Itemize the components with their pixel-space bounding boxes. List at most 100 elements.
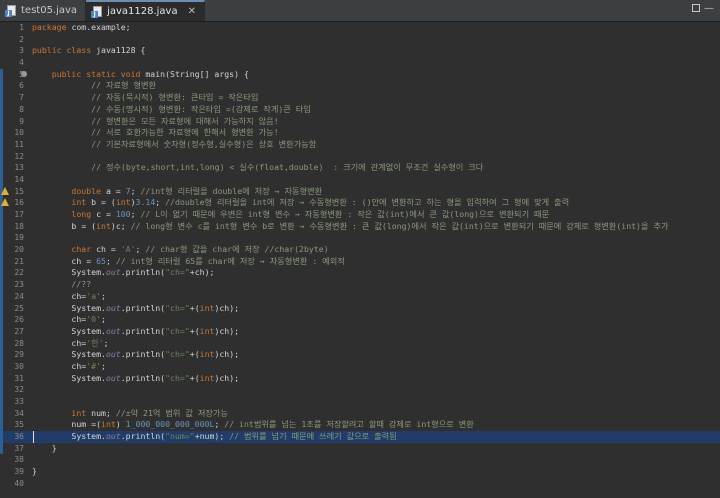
code-token: ; (155, 197, 166, 208)
code-line[interactable]: 40 (0, 478, 720, 490)
tab-java1128[interactable]: J java1128.java ✕ (86, 0, 205, 21)
line-gutter[interactable]: 5 (0, 68, 30, 81)
code-line[interactable]: 36 System.out.println("num="+num); // 범위… (0, 431, 720, 443)
code-token: // long형 변수 c를 int형 변수 b로 변환 → 수동형변환 : 큰… (130, 220, 669, 231)
code-line[interactable]: 21 ch = 65; // int형 리터럴 65를 char에 저장 → 자… (0, 255, 720, 268)
code-line[interactable]: 25 System.out.println("ch="+(int)ch); (0, 302, 720, 315)
code-text: System.out.println("ch="+(int)ch); (32, 326, 239, 338)
code-line[interactable]: 26 ch='0'; (0, 314, 720, 326)
line-gutter[interactable]: 13 (0, 162, 30, 174)
line-gutter[interactable]: 35 (0, 419, 30, 432)
line-gutter[interactable]: 39 (0, 466, 30, 478)
maximize-icon[interactable] (692, 4, 700, 12)
line-gutter[interactable]: 7 (0, 92, 30, 104)
code-line[interactable]: 32 (0, 384, 720, 396)
code-line[interactable]: 34 int num; //±약 21억 범위 값 저장가능 (0, 407, 720, 420)
line-gutter[interactable]: 3 (0, 45, 30, 57)
code-line[interactable]: 2 (0, 34, 720, 46)
code-line[interactable]: 37 } (0, 442, 720, 455)
line-gutter[interactable]: 32 (0, 384, 30, 396)
code-line[interactable]: 12 (0, 150, 720, 163)
line-gutter[interactable]: 34 (0, 407, 30, 420)
code-line[interactable]: 13 // 정수(byte,short,int,long) < 실수(float… (0, 162, 720, 174)
line-gutter[interactable]: 6 (0, 80, 30, 93)
line-gutter[interactable]: 28 (0, 337, 30, 350)
line-gutter[interactable]: 24 (0, 290, 30, 303)
line-number: 10 (14, 128, 24, 138)
line-gutter[interactable]: 27 (0, 325, 30, 338)
code-token: "ch=" (165, 325, 190, 336)
code-line[interactable]: 35 num =(int) 1_000_000_000_000L; // int… (0, 419, 720, 432)
line-gutter[interactable]: 15 (0, 185, 30, 198)
line-gutter[interactable]: 29 (0, 349, 30, 361)
code-line[interactable]: 16 int b = (int)3.14; //double형 리터럴을 int… (0, 197, 720, 209)
code-line[interactable]: 28 ch='한'; (0, 337, 720, 350)
line-gutter[interactable]: 2 (0, 34, 30, 46)
code-line[interactable]: 15 double a = 7; //int형 리터럴을 double에 저장 … (0, 185, 720, 198)
code-line[interactable]: 30 ch='#'; (0, 360, 720, 373)
code-line[interactable]: 10 // 서로 호환가능한 자료형에 한해서 형변환 가능! (0, 127, 720, 139)
code-line[interactable]: 9 // 형변환은 모든 자료형에 대해서 가능하지 않음! (0, 115, 720, 128)
code-line[interactable]: 14 (0, 173, 720, 186)
code-token: +( (189, 349, 200, 360)
code-line[interactable]: 5 public static void main(String[] args)… (0, 68, 720, 81)
code-line[interactable]: 1 package com.example; (0, 22, 720, 34)
line-gutter[interactable]: 12 (0, 150, 30, 163)
code-line[interactable]: 8 // 수동(명시적) 형변환: 작은타입 =(강제로 작게)큰 타입 (0, 103, 720, 116)
line-number: 30 (14, 361, 24, 371)
code-line[interactable]: 33 (0, 396, 720, 408)
line-gutter[interactable]: 36 (0, 431, 30, 443)
code-editor[interactable]: 1 package com.example; 2 3 public class java… (0, 22, 720, 498)
minimize-icon[interactable]: — (704, 4, 714, 14)
close-icon[interactable]: ✕ (188, 6, 196, 17)
line-gutter[interactable]: 22 (0, 267, 30, 280)
code-line[interactable]: 27 System.out.println("ch="+(int)ch); (0, 325, 720, 338)
code-token: ; (130, 209, 141, 219)
line-gutter[interactable]: 11 (0, 138, 30, 151)
line-gutter[interactable]: 19 (0, 232, 30, 245)
line-gutter[interactable]: 20 (0, 244, 30, 256)
line-gutter[interactable]: 17 (0, 209, 30, 221)
line-gutter[interactable]: 38 (0, 454, 30, 466)
code-line[interactable]: 17 long c = 100; // L이 없기 때문에 우변은 int형 변… (0, 209, 720, 221)
code-line[interactable]: 18 b = (int)c; // long형 변수 c를 int형 변수 b로… (0, 220, 720, 233)
line-gutter[interactable]: 8 (0, 103, 30, 116)
code-line[interactable]: 6 // 자료형 형변환 (0, 80, 720, 93)
line-gutter[interactable]: 23 (0, 279, 30, 291)
code-line[interactable]: 22 System.out.println("ch="+ch); (0, 267, 720, 280)
tab-test05[interactable]: J test05.java (0, 0, 87, 21)
code-line[interactable]: 31 System.out.println("ch="+(int)ch); (0, 372, 720, 385)
code-line[interactable]: 11 // 기본자료형에서 숫자형(정수형,실수형)은 상호 변환가능함 (0, 138, 720, 151)
code-token: )ch); (214, 325, 240, 336)
code-line[interactable]: 19 (0, 232, 720, 245)
code-line[interactable]: 24 ch='a'; (0, 290, 720, 303)
code-line[interactable]: 4 (0, 57, 720, 69)
line-gutter[interactable]: 26 (0, 314, 30, 326)
line-gutter[interactable]: 16 (0, 197, 30, 209)
line-number: 39 (14, 467, 24, 477)
line-gutter[interactable]: 30 (0, 360, 30, 373)
line-gutter[interactable]: 37 (0, 442, 30, 455)
code-line[interactable]: 3 public class java1128 { (0, 45, 720, 57)
line-gutter[interactable]: 25 (0, 302, 30, 315)
code-line[interactable]: 39} (0, 466, 720, 478)
line-gutter[interactable]: 9 (0, 115, 30, 128)
line-gutter[interactable]: 18 (0, 220, 30, 233)
line-gutter[interactable]: 21 (0, 255, 30, 268)
code-line[interactable]: 7 // 자동(묵시적) 형변환: 큰타입 = 작은타입 (0, 92, 720, 104)
code-line[interactable]: 38 (0, 454, 720, 466)
line-gutter[interactable]: 4 (0, 57, 30, 69)
code-line[interactable]: 29 System.out.println("ch="+(int)ch); (0, 349, 720, 361)
code-token: System. (32, 372, 106, 383)
code-line[interactable]: 20 char ch = 'A'; // char형 값을 char에 저장 /… (0, 244, 720, 256)
line-gutter[interactable]: 1 (0, 22, 30, 34)
code-token: )c; (110, 220, 131, 231)
code-text: // 수동(명시적) 형변환: 작은타입 =(강제로 작게)큰 타입 (32, 104, 311, 116)
line-gutter[interactable]: 33 (0, 396, 30, 408)
line-gutter[interactable]: 14 (0, 173, 30, 186)
line-gutter[interactable]: 10 (0, 127, 30, 139)
line-gutter[interactable]: 31 (0, 372, 30, 385)
line-gutter[interactable]: 40 (0, 478, 30, 490)
code-line[interactable]: 23 //?? (0, 279, 720, 291)
line-number: 11 (14, 139, 24, 149)
